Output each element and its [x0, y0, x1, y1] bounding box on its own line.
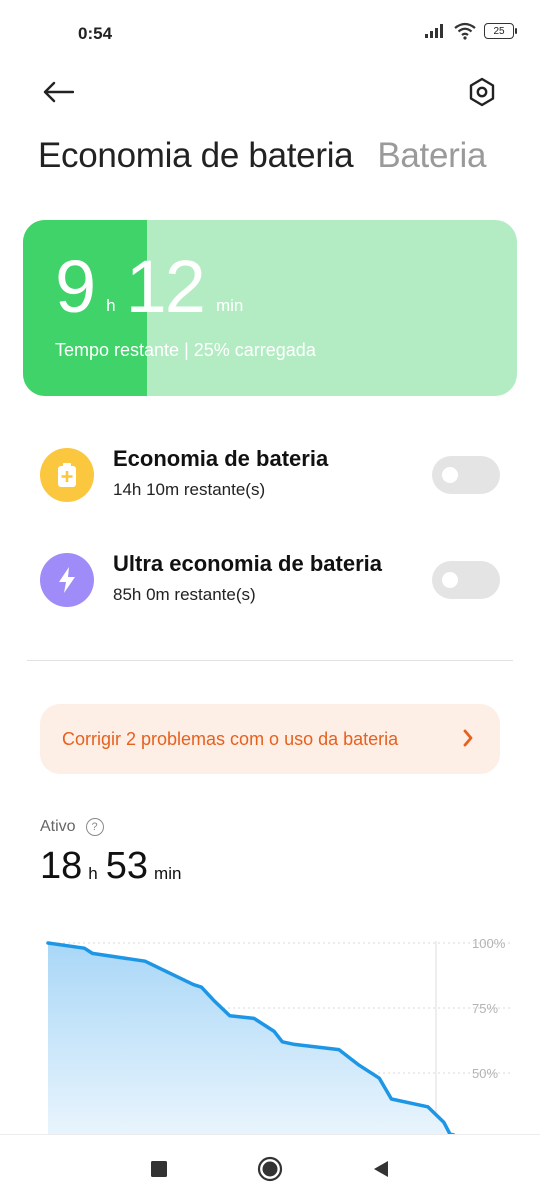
back-button[interactable] — [38, 74, 78, 110]
status-time: 0:54 — [78, 24, 113, 43]
back-nav-button[interactable] — [361, 1149, 401, 1189]
tab-battery-saver[interactable]: Economia de bateria — [38, 136, 354, 176]
remaining-minutes: 12 — [125, 245, 206, 328]
signal-icon — [425, 24, 443, 38]
toggle-knob — [442, 467, 458, 483]
ultra-saver-icon-bg — [40, 553, 94, 607]
active-time: 18 h 53 min — [40, 844, 189, 888]
chevron-right-icon — [463, 729, 473, 747]
remaining-hours: 9 — [55, 245, 96, 328]
help-icon[interactable]: ? — [85, 818, 104, 836]
lightning-icon — [59, 567, 75, 593]
fix-battery-issues-text: Corrigir 2 problemas com o uso da bateri… — [62, 728, 399, 749]
triangle-back-icon — [374, 1161, 388, 1177]
battery-saver-toggle[interactable] — [432, 456, 500, 494]
active-hours-unit: h — [88, 864, 98, 883]
battery-plus-icon — [58, 463, 76, 487]
status-bar: 0:54 25 — [0, 0, 540, 68]
home-button[interactable] — [250, 1149, 290, 1189]
wifi-icon — [454, 22, 476, 40]
tab-battery[interactable]: Bateria — [377, 136, 486, 176]
ultra-saver-title: Ultra economia de bateria — [113, 551, 382, 576]
circle-home-icon — [257, 1156, 283, 1182]
battery-icon: 25 — [484, 23, 517, 39]
battery-level: 25 — [493, 25, 505, 37]
active-hours: 18 — [40, 845, 83, 887]
settings-button[interactable] — [462, 72, 502, 112]
battery-area — [48, 943, 452, 1135]
y-tick-label: 75% — [472, 1001, 498, 1016]
battery-level-chart: 100%75%50%25% — [46, 936, 512, 1135]
active-label: Ativo ? — [40, 818, 104, 836]
active-minutes: 53 — [105, 845, 149, 887]
recents-button[interactable] — [139, 1149, 179, 1189]
battery-remaining-card: 9 h 12 min Tempo restante | 25% carregad… — [23, 220, 517, 396]
system-nav-bar — [0, 1134, 540, 1200]
divider — [27, 660, 513, 661]
battery-saver-row[interactable]: Economia de bateria 14h 10m restante(s) — [40, 446, 500, 508]
active-minutes-unit: min — [154, 864, 182, 883]
y-tick-label: 100% — [472, 936, 506, 951]
toggle-knob — [442, 572, 458, 588]
fix-battery-issues-banner[interactable]: Corrigir 2 problemas com o uso da bateri… — [40, 704, 500, 774]
minutes-unit: min — [215, 296, 244, 315]
ultra-battery-saver-row[interactable]: Ultra economia de bateria 85h 0m restant… — [40, 551, 500, 613]
remaining-subtitle: Tempo restante | 25% carregada — [55, 340, 316, 360]
battery-saver-icon-bg — [40, 448, 94, 502]
arrow-left-icon — [43, 81, 74, 103]
battery-saver-title: Economia de bateria — [113, 446, 329, 471]
square-icon — [151, 1161, 167, 1177]
y-tick-label: 50% — [472, 1066, 498, 1081]
battery-saver-subtitle: 14h 10m restante(s) — [113, 480, 266, 499]
remaining-time: 9 h 12 min — [55, 250, 253, 324]
status-icons: 25 — [424, 22, 517, 40]
active-label-text: Ativo — [40, 818, 76, 835]
ultra-saver-toggle[interactable] — [432, 561, 500, 599]
hours-unit: h — [106, 296, 116, 315]
tab-bar: Economia de bateria Bateria — [38, 136, 486, 176]
ultra-saver-subtitle: 85h 0m restante(s) — [113, 585, 256, 604]
gear-icon — [469, 77, 495, 107]
